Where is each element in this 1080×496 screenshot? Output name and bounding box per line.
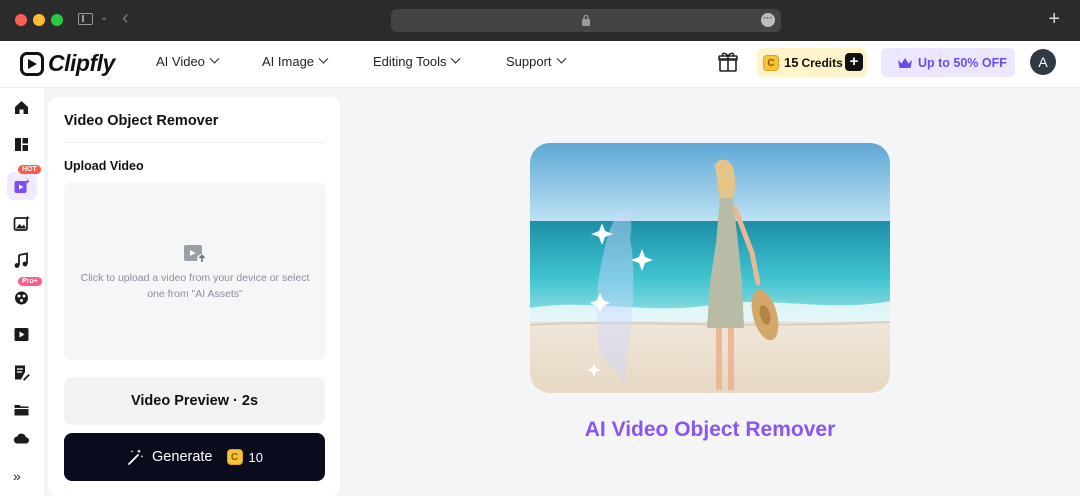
chevron-down-icon (209, 53, 220, 64)
gift-icon[interactable] (718, 51, 738, 73)
top-navigation: Clipfly AI Video AI Image Editing Tools … (0, 41, 1080, 88)
video-preview-button[interactable]: Video Preview · 2s (64, 377, 325, 425)
more-options-icon[interactable]: ··· (761, 13, 775, 27)
left-rail: HOT Pro+ » (0, 88, 44, 496)
lock-icon (582, 14, 590, 26)
pro-badge: Pro+ (18, 277, 42, 286)
logo-text: Clipfly (48, 50, 115, 76)
nav-label: Support (506, 54, 552, 69)
nav-label: AI Image (262, 54, 315, 69)
home-icon[interactable] (13, 99, 30, 116)
clipfly-logo[interactable]: Clipfly (20, 50, 115, 77)
chevron-down-icon (556, 53, 566, 64)
add-credits-button[interactable]: + (845, 53, 863, 71)
credits-badge[interactable]: C 15 Credits + (757, 48, 867, 77)
logo-mark-icon (20, 51, 44, 76)
nav-editing-tools[interactable]: Editing Tools (373, 53, 461, 69)
browser-chrome: ⌄ ‹ ··· + (0, 0, 1080, 41)
ai-video-tool-icon[interactable] (13, 178, 30, 195)
hot-badge: HOT (18, 165, 41, 174)
coin-icon: C (226, 449, 243, 465)
credits-count: 15 (784, 55, 799, 70)
new-tab-icon[interactable]: + (1048, 9, 1060, 29)
sidebar-toggle-icon[interactable] (78, 13, 93, 25)
tool-panel: Video Object Remover Upload Video Click … (48, 97, 340, 496)
upload-hint: Click to upload a video from your device… (80, 272, 310, 300)
cloud-icon[interactable] (13, 430, 30, 447)
crown-icon (898, 57, 912, 68)
close-window-button[interactable] (15, 14, 27, 26)
upload-dropzone[interactable]: Click to upload a video from your device… (64, 182, 326, 360)
nav-label: Editing Tools (373, 54, 447, 69)
maximize-window-button[interactable] (51, 14, 63, 26)
divider (64, 142, 325, 143)
generate-cost: 10 (248, 449, 263, 465)
document-edit-icon[interactable] (13, 364, 30, 381)
promo-label: Up to 50% OFF (918, 55, 1007, 70)
music-icon[interactable] (13, 252, 30, 269)
chevron-down-icon (451, 53, 461, 64)
hero-title: AI Video Object Remover (584, 418, 836, 441)
nav-ai-image[interactable]: AI Image (262, 53, 329, 69)
promo-button[interactable]: Up to 50% OFF (881, 48, 1015, 77)
dashboard-icon[interactable] (13, 136, 30, 153)
upload-label: Upload Video (64, 159, 144, 173)
nav-support[interactable]: Support (506, 53, 566, 69)
generate-button[interactable]: Generate C 10 (64, 433, 325, 481)
panel-title: Video Object Remover (64, 113, 219, 129)
credits-label: Credits (801, 55, 843, 70)
chevron-down-icon[interactable]: ⌄ (100, 12, 108, 23)
nav-label: AI Video (156, 54, 205, 69)
upload-video-icon (184, 245, 207, 264)
folder-icon[interactable] (13, 401, 30, 418)
chevron-down-icon (318, 53, 329, 64)
beach-illustration (530, 143, 890, 393)
back-arrow-icon[interactable]: ‹ (122, 8, 129, 28)
expand-sidebar-icon[interactable]: » (13, 468, 21, 484)
ai-image-tool-icon[interactable] (13, 215, 30, 232)
address-bar[interactable]: ··· (391, 9, 781, 32)
minimize-window-button[interactable] (33, 14, 45, 26)
magic-wand-icon (128, 449, 144, 465)
coin-icon: C (763, 54, 779, 71)
play-video-icon[interactable] (13, 326, 30, 343)
generate-label: Generate (152, 449, 213, 465)
avatar[interactable]: A (1030, 49, 1056, 75)
effects-icon[interactable] (13, 289, 30, 306)
hero-image (530, 143, 890, 393)
nav-ai-video[interactable]: AI Video (156, 53, 220, 69)
